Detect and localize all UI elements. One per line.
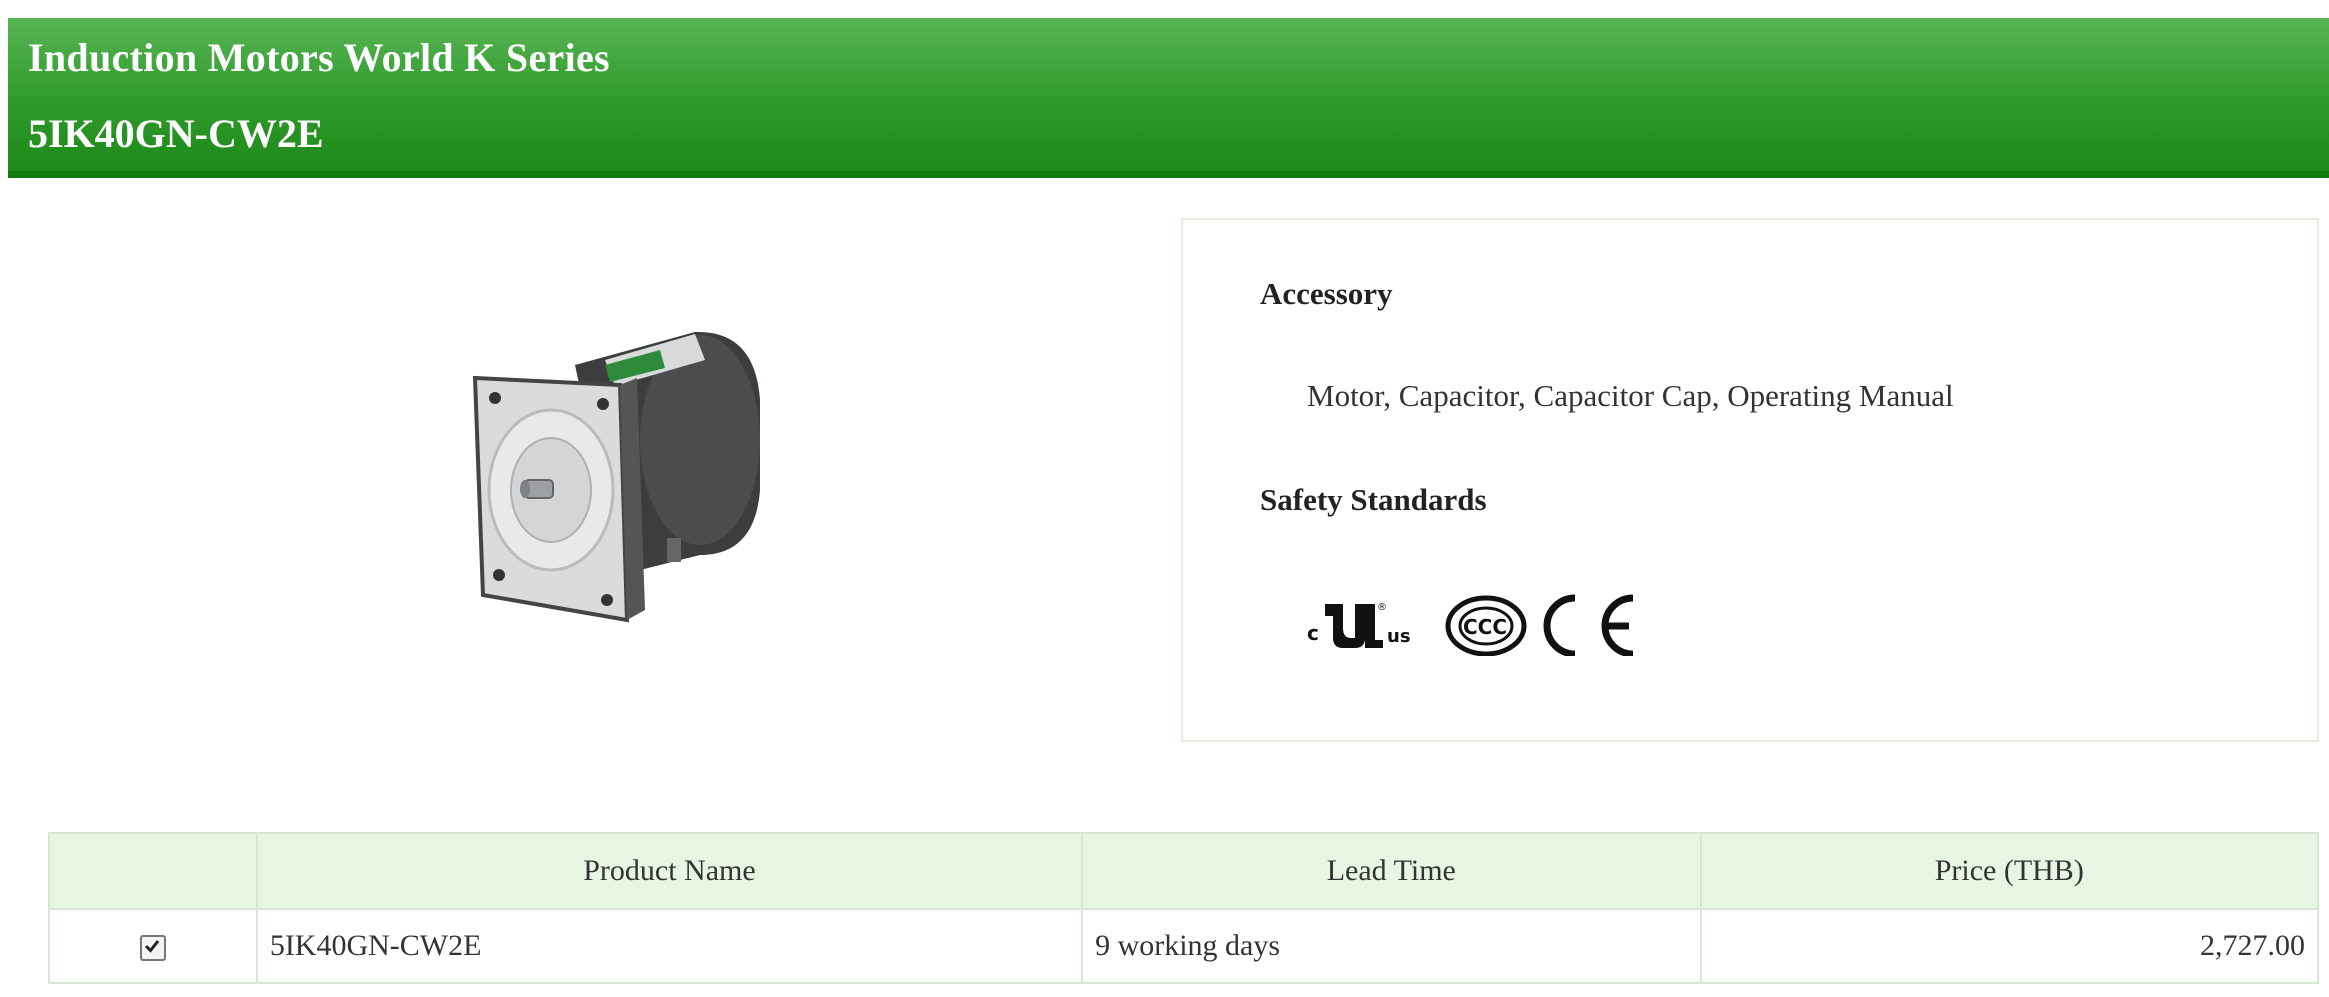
svg-text:c: c (1307, 621, 1319, 645)
accessory-list: Motor, Capacitor, Capacitor Cap, Operati… (1307, 378, 1954, 413)
ccc-mark-icon: CCC (1445, 595, 1527, 657)
product-table: Product Name Lead Time Price (THB) 5IK40… (48, 832, 2320, 984)
select-column-header (48, 832, 258, 910)
product-header: Induction Motors World K Series 5IK40GN-… (8, 18, 2329, 178)
motor-product-image (455, 320, 785, 640)
table-row: 5IK40GN-CW2E 9 working days 2,727.00 (48, 908, 2320, 984)
product-name-cell: 5IK40GN-CW2E (255, 908, 1084, 984)
svg-text:®: ® (1377, 602, 1387, 613)
svg-text:CCC: CCC (1463, 615, 1507, 639)
accessory-heading: Accessory (1260, 276, 1393, 311)
price-header: Price (THB) (1699, 832, 2320, 910)
certification-logos: c us ® CCC (1307, 594, 1634, 658)
series-title: Induction Motors World K Series (28, 35, 610, 80)
price-cell: 2,727.00 (1699, 908, 2320, 984)
lead-time-header: Lead Time (1081, 832, 1702, 910)
checkmark-icon (144, 940, 160, 953)
product-name-header: Product Name (255, 832, 1084, 910)
select-cell (48, 908, 258, 984)
svg-text:us: us (1387, 626, 1411, 647)
model-title: 5IK40GN-CW2E (28, 111, 324, 156)
lead-time-cell: 9 working days (1081, 908, 1702, 984)
product-page: Induction Motors World K Series 5IK40GN-… (0, 0, 2329, 997)
certification-marks: c us ® CCC (1303, 576, 1663, 658)
curus-mark-icon: c us ® (1307, 602, 1411, 648)
safety-standards-heading: Safety Standards (1260, 482, 1487, 517)
product-info-panel: Accessory Motor, Capacitor, Capacitor Ca… (1181, 218, 2319, 742)
row-select-checkbox[interactable] (139, 935, 166, 962)
table-header-row: Product Name Lead Time Price (THB) (48, 832, 2320, 910)
ce-mark-icon (1543, 594, 1634, 658)
